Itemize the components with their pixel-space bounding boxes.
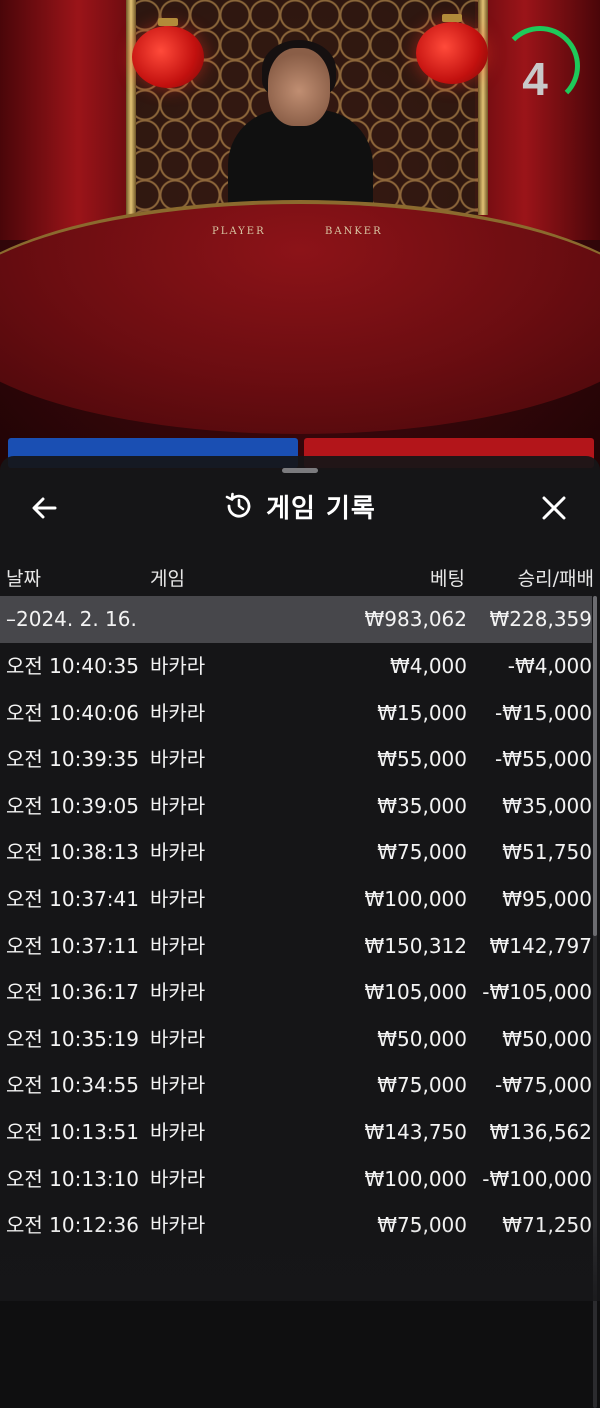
history-row[interactable]: 오전 10:40:06 바카라 ₩15,000 -₩15,000	[0, 690, 592, 737]
sheet-header: 게임 기록	[0, 482, 600, 530]
countdown-value: 4	[522, 53, 548, 105]
arrow-left-icon	[32, 497, 57, 519]
history-table-header: 날짜 게임 베팅 승리/패배	[0, 558, 600, 594]
history-row[interactable]: 오전 10:36:17 바카라 ₩105,000 -₩105,000	[0, 969, 592, 1016]
history-list: –2024. 2. 16. ₩983,062 ₩228,359 오전 10:40…	[0, 596, 600, 1249]
row-game: 바카라	[150, 840, 206, 865]
history-scrollbar[interactable]	[593, 596, 597, 1408]
column-header-bet: 베팅	[430, 568, 465, 590]
row-time: 오전 10:34:55	[6, 1073, 139, 1098]
row-bet: ₩75,000	[377, 1213, 467, 1238]
lantern-left	[132, 18, 204, 88]
row-bet: ₩75,000	[377, 840, 467, 865]
row-win-loss: ₩71,250	[502, 1213, 592, 1238]
row-win-loss: -₩15,000	[495, 700, 592, 725]
history-row[interactable]: 오전 10:35:19 바카라 ₩50,000 ₩50,000	[0, 1016, 592, 1063]
row-bet: ₩55,000	[377, 747, 467, 772]
row-win-loss: -₩75,000	[495, 1073, 592, 1098]
row-win-loss: ₩142,797	[489, 933, 592, 958]
row-bet: ₩15,000	[377, 700, 467, 725]
row-game: 바카라	[150, 654, 206, 678]
scrollbar-thumb[interactable]	[593, 596, 597, 936]
history-row[interactable]: 오전 10:13:10 바카라 ₩100,000 -₩100,000	[0, 1156, 592, 1203]
row-bet: ₩4,000	[389, 654, 467, 678]
column-header-game: 게임	[150, 568, 185, 590]
row-game: 바카라	[150, 700, 206, 725]
sheet-title: 게임 기록	[266, 493, 376, 524]
row-win-loss: ₩95,000	[502, 886, 592, 911]
row-time: 오전 10:39:05	[6, 793, 139, 818]
row-time: 오전 10:37:11	[6, 933, 139, 958]
row-game: 바카라	[150, 933, 206, 958]
history-row[interactable]: 오전 10:37:41 바카라 ₩100,000 ₩95,000	[0, 876, 592, 923]
history-row[interactable]: 오전 10:13:51 바카라 ₩143,750 ₩136,562	[0, 1109, 592, 1156]
row-bet: ₩105,000	[364, 980, 467, 1005]
row-bet: ₩100,000	[364, 886, 467, 911]
dealer-face	[268, 48, 330, 126]
row-bet: ₩150,312	[364, 933, 467, 958]
wall-drape-left	[0, 0, 130, 240]
row-win-loss: ₩35,000	[502, 793, 592, 818]
table-label-player: PLAYER	[212, 226, 266, 237]
history-row[interactable]: 오전 10:39:35 바카라 ₩55,000 -₩55,000	[0, 736, 592, 783]
row-game: 바카라	[150, 1166, 206, 1191]
bet-countdown-timer: 4	[500, 26, 580, 106]
date-group-row[interactable]: –2024. 2. 16. ₩983,062 ₩228,359	[0, 596, 592, 643]
column-header-date: 날짜	[6, 568, 41, 590]
row-time: 오전 10:12:36	[6, 1213, 139, 1238]
row-time: 오전 10:40:06	[6, 700, 139, 725]
row-win-loss: -₩4,000	[507, 654, 592, 678]
row-bet: ₩100,000	[364, 1166, 467, 1191]
baccarat-table	[0, 200, 600, 434]
lantern-right	[416, 14, 488, 84]
row-win-loss: -₩100,000	[482, 1166, 592, 1191]
table-label-banker: BANKER	[325, 226, 383, 237]
history-row[interactable]: 오전 10:12:36 바카라 ₩75,000 ₩71,250	[0, 1202, 592, 1249]
row-win-loss: -₩105,000	[482, 980, 592, 1005]
row-game: 바카라	[150, 980, 206, 1005]
row-game: 바카라	[150, 1119, 206, 1144]
sheet-title-group: 게임 기록	[0, 482, 600, 530]
close-icon	[542, 496, 566, 520]
history-icon	[224, 491, 254, 521]
game-history-sheet: 게임 기록 날짜 게임 베팅 승리/패배 –2024. 2. 16. ₩983,…	[0, 456, 600, 1408]
row-game: 바카라	[150, 1026, 206, 1051]
row-game: 바카라	[150, 1073, 206, 1098]
row-time: 오전 10:13:51	[6, 1119, 139, 1144]
history-row[interactable]: 오전 10:38:13 바카라 ₩75,000 ₩51,750	[0, 829, 592, 876]
row-time: 오전 10:40:35	[6, 654, 139, 678]
row-bet: ₩50,000	[377, 1026, 467, 1051]
row-game: 바카라	[150, 1213, 206, 1238]
row-bet: ₩35,000	[377, 793, 467, 818]
row-game: 바카라	[150, 886, 206, 911]
row-bet: ₩75,000	[377, 1073, 467, 1098]
row-game: 바카라	[150, 793, 206, 818]
live-video-feed: PLAYER BANKER 4	[0, 0, 600, 470]
history-row[interactable]: 오전 10:39:05 바카라 ₩35,000 ₩35,000	[0, 783, 592, 830]
row-time: 오전 10:38:13	[6, 840, 139, 865]
sheet-drag-handle[interactable]	[282, 468, 318, 473]
row-time: 오전 10:13:10	[6, 1166, 139, 1191]
gold-pillar-left	[126, 0, 136, 215]
row-time: 오전 10:36:17	[6, 980, 139, 1005]
row-game: 바카라	[150, 747, 206, 772]
row-win-loss: ₩136,562	[489, 1119, 592, 1144]
row-win-loss: ₩51,750	[502, 840, 592, 865]
group-total-bet: ₩983,062	[364, 607, 467, 631]
row-bet: ₩143,750	[364, 1119, 467, 1144]
group-date: –2024. 2. 16.	[6, 607, 137, 631]
group-total-win-loss: ₩228,359	[489, 607, 592, 631]
history-row[interactable]: 오전 10:34:55 바카라 ₩75,000 -₩75,000	[0, 1062, 592, 1109]
row-time: 오전 10:35:19	[6, 1026, 139, 1051]
row-time: 오전 10:39:35	[6, 747, 139, 772]
history-row[interactable]: 오전 10:40:35 바카라 ₩4,000 -₩4,000	[0, 643, 592, 690]
row-win-loss: -₩55,000	[495, 747, 592, 772]
row-win-loss: ₩50,000	[502, 1026, 592, 1051]
back-button[interactable]	[26, 490, 62, 526]
row-time: 오전 10:37:41	[6, 886, 139, 911]
close-button[interactable]	[536, 490, 572, 526]
history-row[interactable]: 오전 10:37:11 바카라 ₩150,312 ₩142,797	[0, 923, 592, 970]
column-header-win-loss: 승리/패배	[517, 568, 594, 590]
